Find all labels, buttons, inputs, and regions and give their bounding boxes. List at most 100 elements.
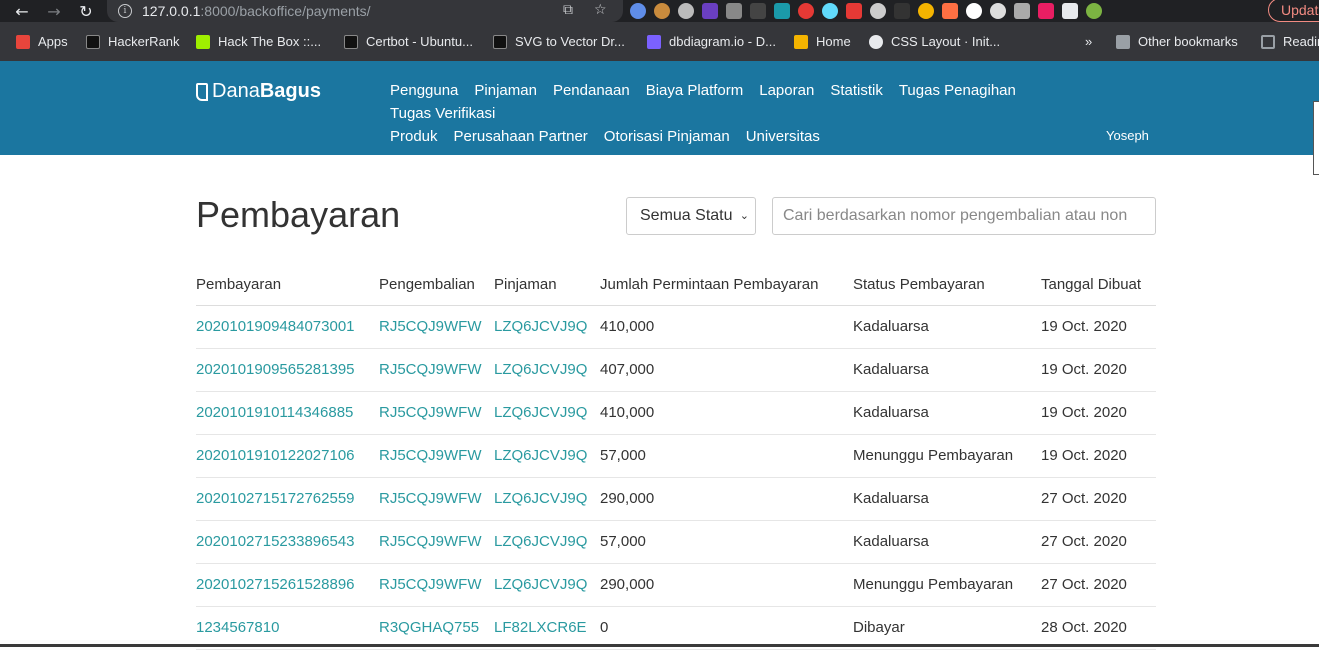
table-cell: 19 Oct. 2020 xyxy=(1041,434,1156,478)
payment-id-link[interactable]: 2020101909565281395 xyxy=(196,361,355,378)
update-button[interactable]: Updat xyxy=(1268,0,1319,22)
globe-extension-icon[interactable] xyxy=(870,3,886,19)
forward-arrow-icon[interactable]: → xyxy=(43,0,65,22)
bookmark-dbdiagram[interactable]: dbdiagram.io - D... xyxy=(647,34,776,49)
bookmark-other[interactable]: Other bookmarks xyxy=(1116,34,1238,49)
document-icon xyxy=(493,34,507,49)
table-cell: R3QGHAQ755 xyxy=(379,606,494,650)
return-id-link[interactable]: RJ5CQJ9WFW xyxy=(379,404,482,421)
loan-id-link[interactable]: LZQ6JCVJ9Q xyxy=(494,490,587,507)
bookmark-hackthebox[interactable]: Hack The Box ::... xyxy=(196,34,321,49)
url-text[interactable]: 127.0.0.1:8000/backoffice/payments/ xyxy=(142,3,371,19)
status-filter-value: Semua Statu xyxy=(640,207,733,224)
payment-id-link[interactable]: 2020102715233896543 xyxy=(196,533,355,550)
extension-icon[interactable] xyxy=(630,3,646,19)
main-menu: Pengguna Pinjaman Pendanaan Biaya Platform L… xyxy=(390,79,1150,148)
return-id-link[interactable]: RJ5CQJ9WFW xyxy=(379,447,482,464)
return-id-link[interactable]: RJ5CQJ9WFW xyxy=(379,576,482,593)
extension-icon[interactable] xyxy=(1038,3,1054,19)
bookmark-css-layout[interactable]: CSS Layout · Init... xyxy=(869,34,1000,49)
page-title: Pembayaran xyxy=(196,194,401,235)
nav-item-pinjaman[interactable]: Pinjaman xyxy=(474,79,537,102)
nav-item-pendanaan[interactable]: Pendanaan xyxy=(553,79,630,102)
table-cell: RJ5CQJ9WFW xyxy=(379,348,494,392)
bookmarks-overflow-icon[interactable]: » xyxy=(1085,34,1092,49)
payment-id-link[interactable]: 1234567810 xyxy=(196,619,279,636)
logo[interactable]: Dana Bagus xyxy=(196,80,321,103)
bookmark-certbot[interactable]: Certbot - Ubuntu... xyxy=(344,34,473,49)
nav-item-universitas[interactable]: Universitas xyxy=(746,125,820,148)
return-id-link[interactable]: RJ5CQJ9WFW xyxy=(379,318,482,335)
reload-icon[interactable]: ↻ xyxy=(75,0,97,22)
payment-id-link[interactable]: 2020101910122027106 xyxy=(196,447,355,464)
gear-extension-icon[interactable] xyxy=(678,3,694,19)
table-row: 2020102715261528896 RJ5CQJ9WFW LZQ6JCVJ9Q 2… xyxy=(196,563,1156,607)
loan-id-link[interactable]: LZQ6JCVJ9Q xyxy=(494,576,587,593)
extension-icon[interactable] xyxy=(966,3,982,19)
adblock-icon[interactable] xyxy=(798,3,814,19)
react-devtools-icon[interactable] xyxy=(822,3,838,19)
payment-id-link[interactable]: 2020101909484073001 xyxy=(196,318,355,335)
open-in-new-icon[interactable]: ⧉ xyxy=(563,2,573,18)
nav-item-produk[interactable]: Produk xyxy=(390,125,438,148)
bookmark-star-icon[interactable]: ☆ xyxy=(594,2,607,18)
nav-item-statistik[interactable]: Statistik xyxy=(830,79,883,102)
nav-item-pengguna[interactable]: Pengguna xyxy=(390,79,458,102)
payment-id-link[interactable]: 2020102715172762559 xyxy=(196,490,355,507)
nav-item-biaya-platform[interactable]: Biaya Platform xyxy=(646,79,744,102)
return-id-link[interactable]: RJ5CQJ9WFW xyxy=(379,533,482,550)
loan-id-link[interactable]: LF82LXCR6E xyxy=(494,619,587,636)
vue-devtools-icon[interactable] xyxy=(1014,3,1030,19)
status-filter-select[interactable]: Semua Statu ⌄ xyxy=(626,197,756,235)
logo-mark-icon xyxy=(196,82,208,101)
loan-id-link[interactable]: LZQ6JCVJ9Q xyxy=(494,447,587,464)
payment-id-link[interactable]: 2020101910114346885 xyxy=(196,404,353,421)
user-menu[interactable]: Yoseph xyxy=(1106,128,1149,143)
puzzle-icon[interactable] xyxy=(1062,3,1078,19)
table-cell: 410,000 xyxy=(600,391,853,435)
cookie-extension-icon[interactable] xyxy=(654,3,670,19)
extension-icon[interactable] xyxy=(702,3,718,19)
payment-id-link[interactable]: 2020102715261528896 xyxy=(196,576,355,593)
date-cell: 28 Oct. 2020 xyxy=(1041,619,1127,636)
bookmark-hackerrank[interactable]: HackerRank xyxy=(86,34,180,49)
bookmark-reading-list[interactable]: Readin xyxy=(1261,34,1319,49)
table-cell: 28 Oct. 2020 xyxy=(1041,606,1156,650)
nav-item-perusahaan-partner[interactable]: Perusahaan Partner xyxy=(454,125,588,148)
back-arrow-icon[interactable]: ← xyxy=(11,0,33,22)
nav-item-tugas-penagihan[interactable]: Tugas Penagihan xyxy=(899,79,1016,102)
extension-icon[interactable] xyxy=(894,3,910,19)
recycle-extension-icon[interactable] xyxy=(750,3,766,19)
loan-id-link[interactable]: LZQ6JCVJ9Q xyxy=(494,404,587,421)
bookmark-home[interactable]: Home xyxy=(794,34,851,49)
table-cell: LZQ6JCVJ9Q xyxy=(494,391,600,435)
table-row: 1234567810 R3QGHAQ755 LF82LXCR6E 0 Dibayar 28… xyxy=(196,606,1156,650)
date-cell: 27 Oct. 2020 xyxy=(1041,576,1127,593)
nav-item-laporan[interactable]: Laporan xyxy=(759,79,814,102)
hackerrank-icon xyxy=(86,34,100,49)
column-header: Pinjaman xyxy=(494,264,600,306)
gear-extension-icon[interactable] xyxy=(918,3,934,19)
bookmark-apps[interactable]: Apps xyxy=(16,34,68,49)
avatar[interactable] xyxy=(1086,3,1102,19)
extension-icon[interactable] xyxy=(774,3,790,19)
loan-id-link[interactable]: LZQ6JCVJ9Q xyxy=(494,318,587,335)
loan-id-link[interactable]: LZQ6JCVJ9Q xyxy=(494,361,587,378)
return-id-link[interactable]: RJ5CQJ9WFW xyxy=(379,361,482,378)
site-info-icon[interactable]: i xyxy=(118,4,132,18)
target-extension-icon[interactable] xyxy=(990,3,1006,19)
table-cell: Kadaluarsa xyxy=(853,520,1041,564)
nav-item-tugas-verifikasi[interactable]: Tugas Verifikasi xyxy=(390,102,495,125)
extension-icon[interactable] xyxy=(942,3,958,19)
return-id-link[interactable]: RJ5CQJ9WFW xyxy=(379,490,482,507)
table-cell: 27 Oct. 2020 xyxy=(1041,520,1156,564)
nav-item-otorisasi-pinjaman[interactable]: Otorisasi Pinjaman xyxy=(604,125,730,148)
loan-id-link[interactable]: LZQ6JCVJ9Q xyxy=(494,533,587,550)
extension-icon[interactable] xyxy=(846,3,862,19)
return-id-link[interactable]: R3QGHAQ755 xyxy=(379,619,479,636)
table-header-row: Pembayaran Pengembalian Pinjaman Jumlah … xyxy=(196,264,1156,306)
search-input[interactable] xyxy=(772,197,1156,235)
address-bar[interactable]: i 127.0.0.1:8000/backoffice/payments/ ⧉ … xyxy=(107,0,623,22)
bookmark-svg-to-vector[interactable]: SVG to Vector Dr... xyxy=(493,34,625,49)
pen-extension-icon[interactable] xyxy=(726,3,742,19)
